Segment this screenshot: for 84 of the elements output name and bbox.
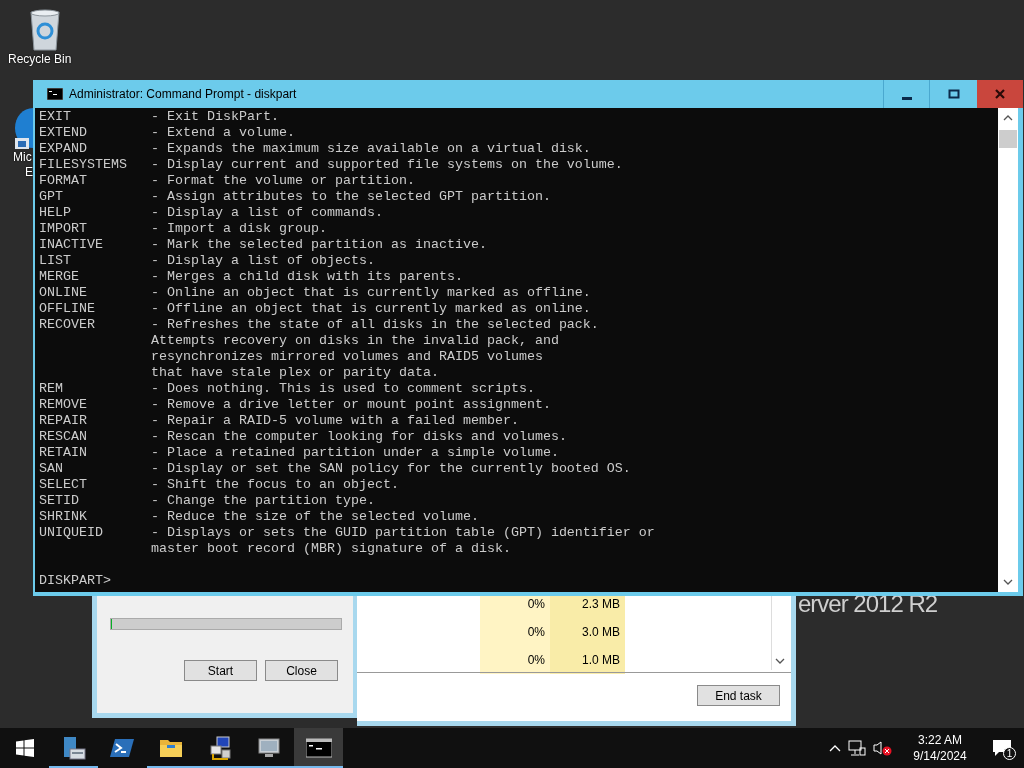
close-button[interactable] (977, 80, 1023, 108)
command-name: EXIT (39, 109, 72, 125)
network-icon[interactable] (848, 740, 866, 756)
command-name: SAN (39, 461, 64, 477)
windows-logo-icon (15, 739, 34, 757)
taskbar-app[interactable] (294, 728, 343, 768)
command-description: - Displays or sets the GUID partition table (GPT) identifier or (150, 525, 655, 541)
dialog-button[interactable]: Close (265, 660, 338, 681)
scroll-thumb[interactable] (999, 130, 1017, 148)
close-icon (994, 88, 1006, 100)
command-description: - Merges a child disk with its parents. (150, 269, 463, 285)
command-description: - Extend a volume. (150, 125, 295, 141)
command-name: SELECT (39, 477, 88, 493)
command-description: - Format the volume or partition. (150, 173, 415, 189)
command-description: - Display a list of commands. (150, 205, 383, 221)
command-description: - Assign attributes to the selected GPT partition. (150, 189, 551, 205)
clock-time[interactable]: 3:22 AM (900, 732, 980, 748)
icon-label: Mic (13, 150, 32, 165)
end-task-button[interactable]: End task (697, 685, 780, 706)
memory-cell: 1.0 MB (550, 646, 625, 674)
globe-icon[interactable] (13, 106, 33, 150)
command-description: - Import a disk group. (150, 221, 327, 237)
command-name: REMOVE (39, 397, 88, 413)
notification-button[interactable]: 1 (980, 728, 1024, 768)
command-description: - Display or set the SAN policy for the currently booted OS. (150, 461, 631, 477)
cpu-cell: 0% (480, 646, 550, 674)
clock-date[interactable]: 9/14/2024 (900, 748, 980, 764)
maximize-icon (947, 88, 960, 100)
command-name: EXTEND (39, 125, 88, 141)
command-name: REPAIR (39, 413, 88, 429)
dialog-button[interactable]: Start (184, 660, 257, 681)
command-name: UNIQUEID (39, 525, 104, 541)
command-description: - Display a list of objects. (150, 253, 375, 269)
command-name: IMPORT (39, 221, 88, 237)
memory-cell: 3.0 MB (550, 618, 625, 646)
command-name: ONLINE (39, 285, 88, 301)
console-icon (305, 736, 332, 760)
command-description: - Reduce the size of the selected volume. (150, 509, 479, 525)
command-name: EXPAND (39, 141, 88, 157)
icon-label: Recycle Bin (8, 52, 72, 67)
computer-network-icon (207, 736, 234, 760)
command-description: - Place a retained partition under a simple volume. (150, 445, 559, 461)
command-description: - Expands the maximum size available on a virtual disk. (150, 141, 591, 157)
command-description: - Repair a RAID-5 volume with a failed member. (150, 413, 519, 429)
command-name: INACTIVE (39, 237, 104, 253)
command-description: - Refreshes the state of all disks in the selected pack. (150, 317, 599, 333)
command-name: LIST (39, 253, 72, 269)
command-description: Attempts recovery on disks in the invalid pack, and (150, 333, 559, 349)
monitor-icon (256, 736, 283, 760)
command-name: REM (39, 381, 64, 397)
command-name: RETAIN (39, 445, 88, 461)
command-description: - Exit DiskPart. (150, 109, 279, 125)
command-name: RESCAN (39, 429, 88, 445)
console-icon (47, 88, 63, 100)
icon-label: E (25, 165, 33, 180)
command-description: - Does nothing. This is used to comment scripts. (150, 381, 535, 397)
command-description: - Change the partition type. (150, 493, 375, 509)
command-description: - Online an object that is currently marked as offline. (150, 285, 591, 301)
command-name: OFFLINE (39, 301, 96, 317)
command-description: master boot record (MBR) signature of a disk. (150, 541, 511, 557)
command-description: - Display current and supported file systems on the volume. (150, 157, 623, 173)
powershell-icon (109, 736, 136, 760)
minimize-icon (901, 96, 912, 100)
command-prompt: DISKPART> (39, 573, 111, 589)
notification-count: 1 (1003, 747, 1016, 760)
command-description: resynchronizes mirrored volumes and RAID5 volumes (150, 349, 543, 365)
command-name: SETID (39, 493, 80, 509)
command-description: - Remove a drive letter or mount point assignment. (150, 397, 551, 413)
command-name: SHRINK (39, 509, 88, 525)
command-description: - Rescan the computer looking for disks and volumes. (150, 429, 567, 445)
command-description: - Shift the focus to an object. (150, 477, 399, 493)
command-name: RECOVER (39, 317, 96, 333)
command-name: FORMAT (39, 173, 88, 189)
command-name: MERGE (39, 269, 80, 285)
command-name: GPT (39, 189, 64, 205)
command-description: - Mark the selected partition as inactive. (150, 237, 487, 253)
command-description: that have stale plex or parity data. (150, 365, 439, 381)
command-description: - Offline an object that is currently marked as online. (150, 301, 591, 317)
chevron-up-icon[interactable] (828, 743, 842, 753)
volume-icon[interactable] (872, 740, 892, 756)
cpu-cell: 0% (480, 618, 550, 646)
window-title: Administrator: Command Prompt - diskpart (69, 86, 297, 103)
command-name: HELP (39, 205, 72, 221)
command-name: FILESYSTEMS (39, 157, 128, 173)
